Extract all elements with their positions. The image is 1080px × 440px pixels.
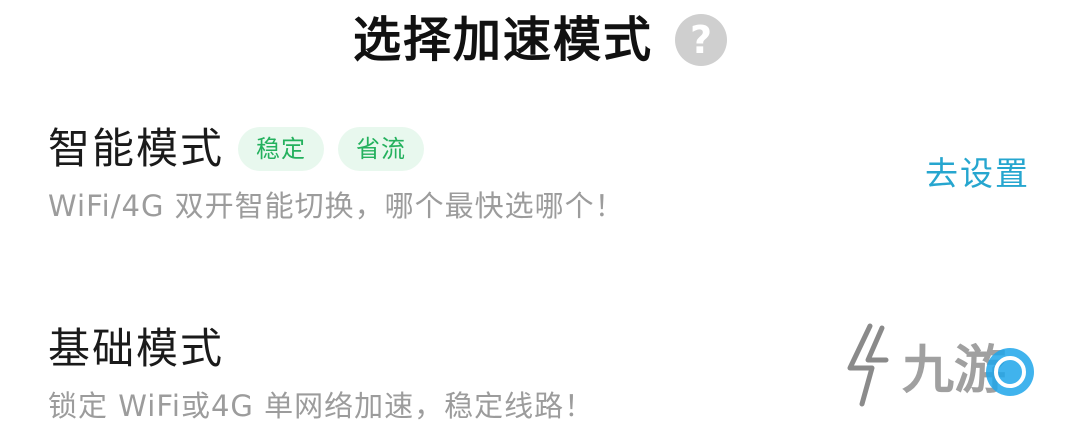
question-circle-icon[interactable]: ? bbox=[675, 14, 727, 66]
mode-header: 智能模式 稳定 省流 bbox=[48, 118, 1048, 180]
tag-save-data-badge: 省流 bbox=[338, 127, 425, 171]
mode-title: 智能模式 bbox=[48, 124, 225, 173]
mode-item-smart[interactable]: 智能模式 稳定 省流 WiFi/4G 双开智能切换，哪个最快选哪个！ bbox=[48, 118, 1048, 226]
watermark-lightning-icon bbox=[847, 323, 889, 407]
accelerate-mode-screen: 选择加速模式 ? 智能模式 稳定 省流 WiFi/4G 双开智能切换，哪个最快选… bbox=[0, 0, 1080, 440]
mode-title: 基础模式 bbox=[48, 324, 225, 373]
help-glyph: ? bbox=[689, 18, 713, 62]
tag-stable-badge: 稳定 bbox=[238, 127, 325, 171]
mode-description: WiFi/4G 双开智能切换，哪个最快选哪个！ bbox=[48, 189, 625, 223]
go-settings-link[interactable]: 去设置 bbox=[925, 150, 1030, 198]
page-title: 选择加速模式 bbox=[352, 12, 653, 68]
watermark-circle-icon bbox=[986, 348, 1034, 396]
header: 选择加速模式 ? bbox=[0, 8, 1080, 72]
watermark-logo: 九游 bbox=[847, 323, 1034, 407]
